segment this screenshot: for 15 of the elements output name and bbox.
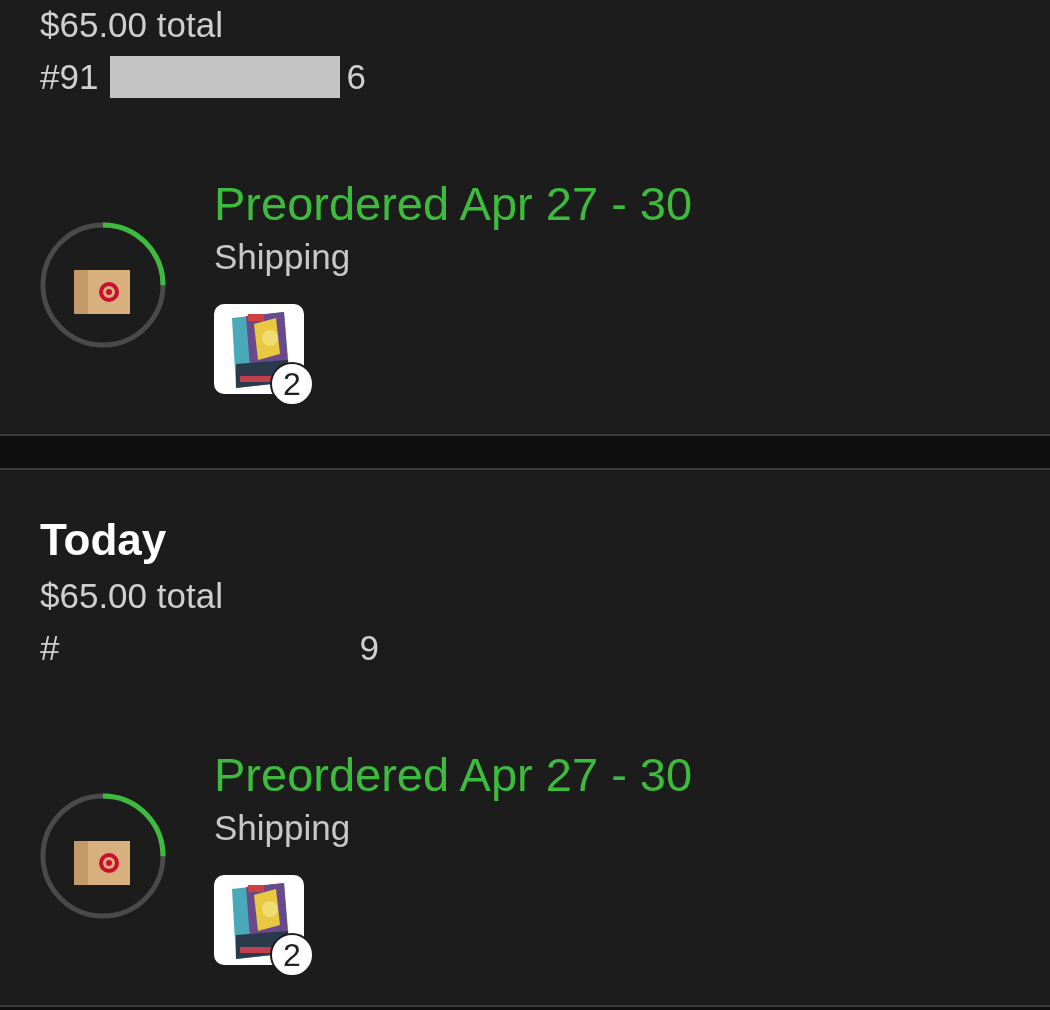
package-icon: [74, 841, 130, 885]
delivery-status: Preordered Apr 27 - 30: [214, 747, 693, 803]
order-total: $65.00 total: [40, 575, 224, 617]
quantity-badge: 2: [270, 362, 314, 406]
package-icon: [74, 270, 130, 314]
order-number: #91: [40, 57, 99, 97]
shipping-method: Shipping: [214, 807, 352, 849]
order-number: 9: [359, 628, 379, 668]
order-number: #: [40, 628, 60, 668]
shipping-method: Shipping: [214, 236, 352, 278]
order-total: $65.00 total: [40, 4, 224, 46]
section-heading: Today: [40, 514, 168, 566]
quantity-badge: 2: [270, 933, 314, 977]
order-number: 6: [346, 57, 366, 97]
delivery-status: Preordered Apr 27 - 30: [214, 176, 693, 232]
